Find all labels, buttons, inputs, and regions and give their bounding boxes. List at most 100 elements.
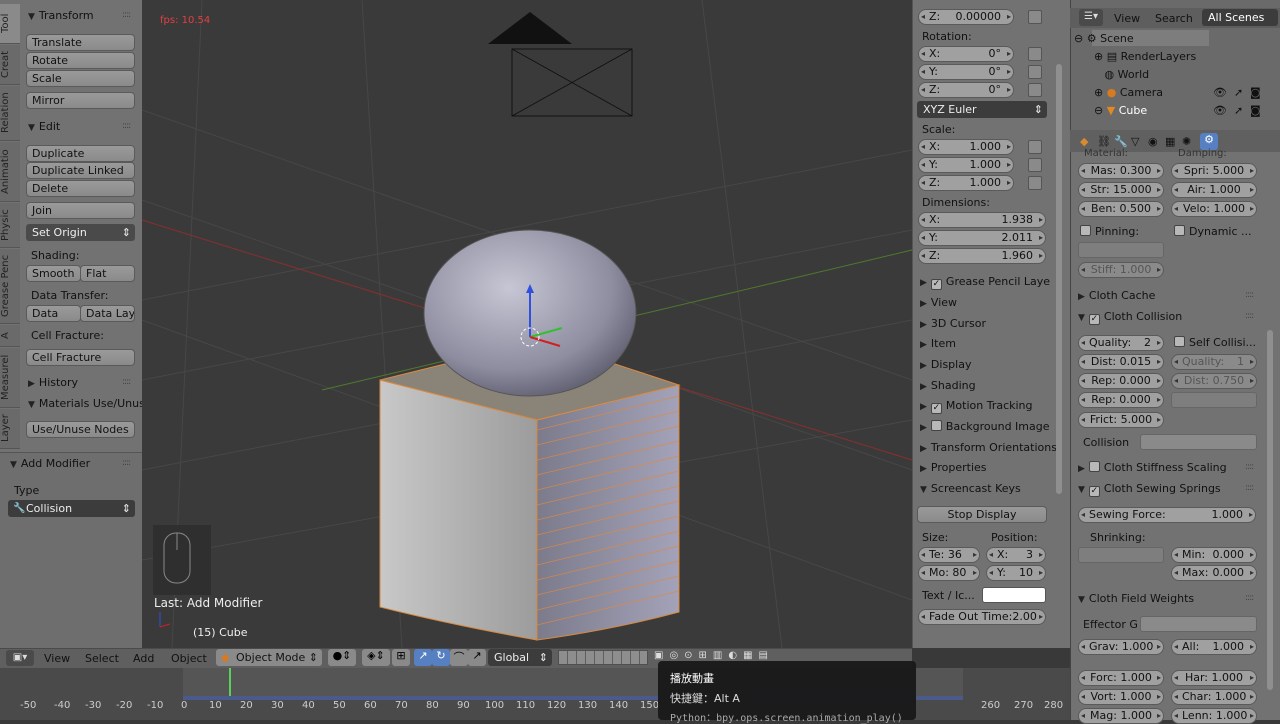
self-collision-group-field[interactable] bbox=[1171, 392, 1257, 408]
materials-header[interactable]: ▼ Materials Use/Unus bbox=[28, 397, 145, 410]
tab-create[interactable]: Creat bbox=[0, 45, 20, 85]
expand-icon[interactable]: ⊖ bbox=[1094, 104, 1103, 117]
magnetic-weight-field[interactable]: Mag: 1.000 bbox=[1078, 708, 1164, 724]
menu-select[interactable]: Select bbox=[85, 652, 119, 665]
mass-field[interactable]: Mas: 0.300 bbox=[1078, 163, 1164, 179]
shrink-min-field[interactable]: Min:0.000 bbox=[1171, 547, 1257, 563]
lock-icon[interactable] bbox=[1028, 158, 1042, 172]
flat-button[interactable]: Flat bbox=[80, 265, 135, 282]
outliner-item-world[interactable]: ◍ World bbox=[1094, 68, 1150, 81]
texture-tab-icon[interactable]: ▦ bbox=[1165, 135, 1175, 148]
drag-grip-icon[interactable]: :::: bbox=[1245, 483, 1254, 493]
menu-add[interactable]: Add bbox=[133, 652, 154, 665]
outliner-item-scene[interactable]: ⊖ ⚙ Scene bbox=[1074, 32, 1134, 45]
rotation-y-field[interactable]: Y:0° bbox=[918, 64, 1014, 80]
all-weight-field[interactable]: All:1.000 bbox=[1171, 639, 1257, 655]
object-tab-icon[interactable]: ◆ bbox=[1080, 135, 1088, 148]
modifiers-tab-icon[interactable]: 🔧 bbox=[1114, 135, 1128, 148]
outliner-search-menu[interactable]: Search bbox=[1155, 12, 1193, 25]
charge-weight-field[interactable]: Char: 1.000 bbox=[1171, 689, 1257, 705]
camera-triangle[interactable] bbox=[488, 12, 572, 44]
drag-grip-icon[interactable]: :::: bbox=[1245, 593, 1254, 603]
tab-tool[interactable]: Tool bbox=[0, 4, 20, 44]
section-grease-pencil[interactable]: ▶ ✓ Grease Pencil Laye bbox=[920, 275, 1050, 290]
scale-z-field[interactable]: Z:1.000 bbox=[918, 175, 1014, 191]
shrink-group-field[interactable] bbox=[1078, 547, 1164, 563]
manipulator-toggle-icon[interactable]: ⊞ bbox=[392, 649, 410, 666]
drag-grip-icon[interactable]: :::: bbox=[1245, 290, 1254, 300]
display-mode-dropdown[interactable]: All Scenes bbox=[1202, 9, 1278, 26]
self-distance-field[interactable]: Dist: 0.750 bbox=[1171, 373, 1257, 389]
field-weights-header[interactable]: ▼ Cloth Field Weights bbox=[1078, 592, 1194, 605]
pinning-checkbox[interactable]: Pinning: bbox=[1080, 225, 1139, 238]
constraints-tab-icon[interactable]: ⛓ bbox=[1097, 135, 1111, 148]
mirror-button[interactable]: Mirror bbox=[26, 92, 135, 109]
rotate-button[interactable]: Rotate bbox=[26, 52, 135, 69]
air-field[interactable]: Air: 1.000 bbox=[1171, 182, 1257, 198]
cube-left-face[interactable] bbox=[379, 379, 538, 641]
lock-icon[interactable] bbox=[1028, 47, 1042, 61]
edit-header[interactable]: ▼ Edit bbox=[28, 120, 60, 133]
material-tab-icon[interactable]: ◉ bbox=[1148, 135, 1158, 148]
scale-button[interactable]: Scale bbox=[26, 70, 135, 87]
drag-grip-icon[interactable]: :::: bbox=[122, 377, 131, 387]
visibility-eye-icon[interactable]: 👁 bbox=[1213, 104, 1227, 117]
text-size-field[interactable]: Te: 36 bbox=[918, 547, 980, 563]
tab-layer[interactable]: Layer bbox=[0, 409, 20, 449]
drag-grip-icon[interactable]: :::: bbox=[1245, 311, 1254, 321]
delete-button[interactable]: Delete bbox=[26, 180, 135, 197]
outliner-item-cube[interactable]: ⊖ ▼ Cube bbox=[1094, 104, 1147, 117]
lock-icon[interactable] bbox=[1028, 176, 1042, 190]
shrink-max-field[interactable]: Max:0.000 bbox=[1171, 565, 1257, 581]
cloth-collision-header[interactable]: ▼ ✓ Cloth Collision bbox=[1078, 310, 1182, 325]
gravity-weight-field[interactable]: Grav: 1.000 bbox=[1078, 639, 1164, 655]
fade-out-time-field[interactable]: Fade Out Time:2.00 bbox=[918, 609, 1046, 625]
rotation-x-field[interactable]: X:0° bbox=[918, 46, 1014, 62]
drag-grip-icon[interactable]: :::: bbox=[122, 121, 131, 131]
scale-y-field[interactable]: Y:1.000 bbox=[918, 157, 1014, 173]
section-background-image[interactable]: ▶ Background Image bbox=[920, 420, 1050, 433]
expand-icon[interactable]: ⊖ bbox=[1074, 32, 1083, 45]
sidebar-scrollbar[interactable] bbox=[1056, 64, 1062, 494]
outliner-view-menu[interactable]: View bbox=[1114, 12, 1140, 25]
section-display[interactable]: ▶ Display bbox=[920, 358, 971, 371]
spring-field[interactable]: Spri: 5.000 bbox=[1171, 163, 1257, 179]
stiffness-scaling-header[interactable]: ▶ Cloth Stiffness Scaling bbox=[1078, 461, 1227, 474]
bending-field[interactable]: Ben: 0.500 bbox=[1078, 201, 1164, 217]
collision-distance-field[interactable]: Dist: 0.015 bbox=[1078, 354, 1164, 370]
editor-type-icon[interactable]: ☰▾ bbox=[1079, 9, 1103, 26]
pivot-point-dropdown[interactable]: ◈⇕ bbox=[362, 649, 390, 666]
smooth-button[interactable]: Smooth bbox=[26, 265, 81, 282]
tab-physics[interactable]: Physic bbox=[0, 203, 20, 248]
pin-group-field[interactable] bbox=[1078, 242, 1164, 258]
rotate-manipulator-icon[interactable]: ↗ bbox=[468, 649, 486, 666]
lock-icon[interactable] bbox=[1028, 83, 1042, 97]
add-modifier-header[interactable]: ▼ Add Modifier bbox=[10, 457, 90, 470]
data-layout-button[interactable]: Data Lay bbox=[80, 305, 135, 322]
drag-grip-icon[interactable]: :::: bbox=[1245, 462, 1254, 472]
lock-icon[interactable] bbox=[1028, 140, 1042, 154]
repel-force-field[interactable]: Rep: 0.000 bbox=[1078, 373, 1164, 389]
cube-right-face[interactable] bbox=[536, 384, 680, 641]
tab-measure[interactable]: Measurel bbox=[0, 348, 20, 408]
tab-relation[interactable]: Relation bbox=[0, 86, 20, 141]
lock-icon[interactable] bbox=[1028, 65, 1042, 79]
section-screencast-keys[interactable]: ▼ Screencast Keys bbox=[920, 482, 1021, 495]
rotation-mode-dropdown[interactable]: XYZ Euler ⇕ bbox=[917, 101, 1047, 118]
visibility-eye-icon[interactable]: 👁 bbox=[1213, 86, 1227, 99]
scale-manipulator-icon[interactable]: ⌒ bbox=[450, 649, 468, 666]
tab-grease-pencil[interactable]: Grease Penc bbox=[0, 249, 20, 324]
self-quality-field[interactable]: Quality:1 bbox=[1171, 354, 1257, 370]
rotate-manipulator-icon[interactable]: ↻ bbox=[432, 649, 450, 666]
viewport-3d[interactable] bbox=[142, 0, 912, 648]
vortex-weight-field[interactable]: Vort: 1.000 bbox=[1078, 689, 1164, 705]
position-y-field[interactable]: Y:10 bbox=[986, 565, 1046, 581]
transform-header[interactable]: ▼ Transform bbox=[28, 9, 94, 22]
scale-x-field[interactable]: X:1.000 bbox=[918, 139, 1014, 155]
section-motion-tracking[interactable]: ▶ ✓ Motion Tracking bbox=[920, 399, 1033, 414]
location-z-field[interactable]: Z:0.00000 bbox=[918, 9, 1014, 25]
dynamic-mesh-checkbox[interactable]: Dynamic ... bbox=[1174, 225, 1252, 238]
friction-field[interactable]: Frict: 5.000 bbox=[1078, 412, 1164, 428]
harmonic-weight-field[interactable]: Har: 1.000 bbox=[1171, 670, 1257, 686]
render-camera-icon[interactable]: ◙ bbox=[1250, 86, 1261, 99]
